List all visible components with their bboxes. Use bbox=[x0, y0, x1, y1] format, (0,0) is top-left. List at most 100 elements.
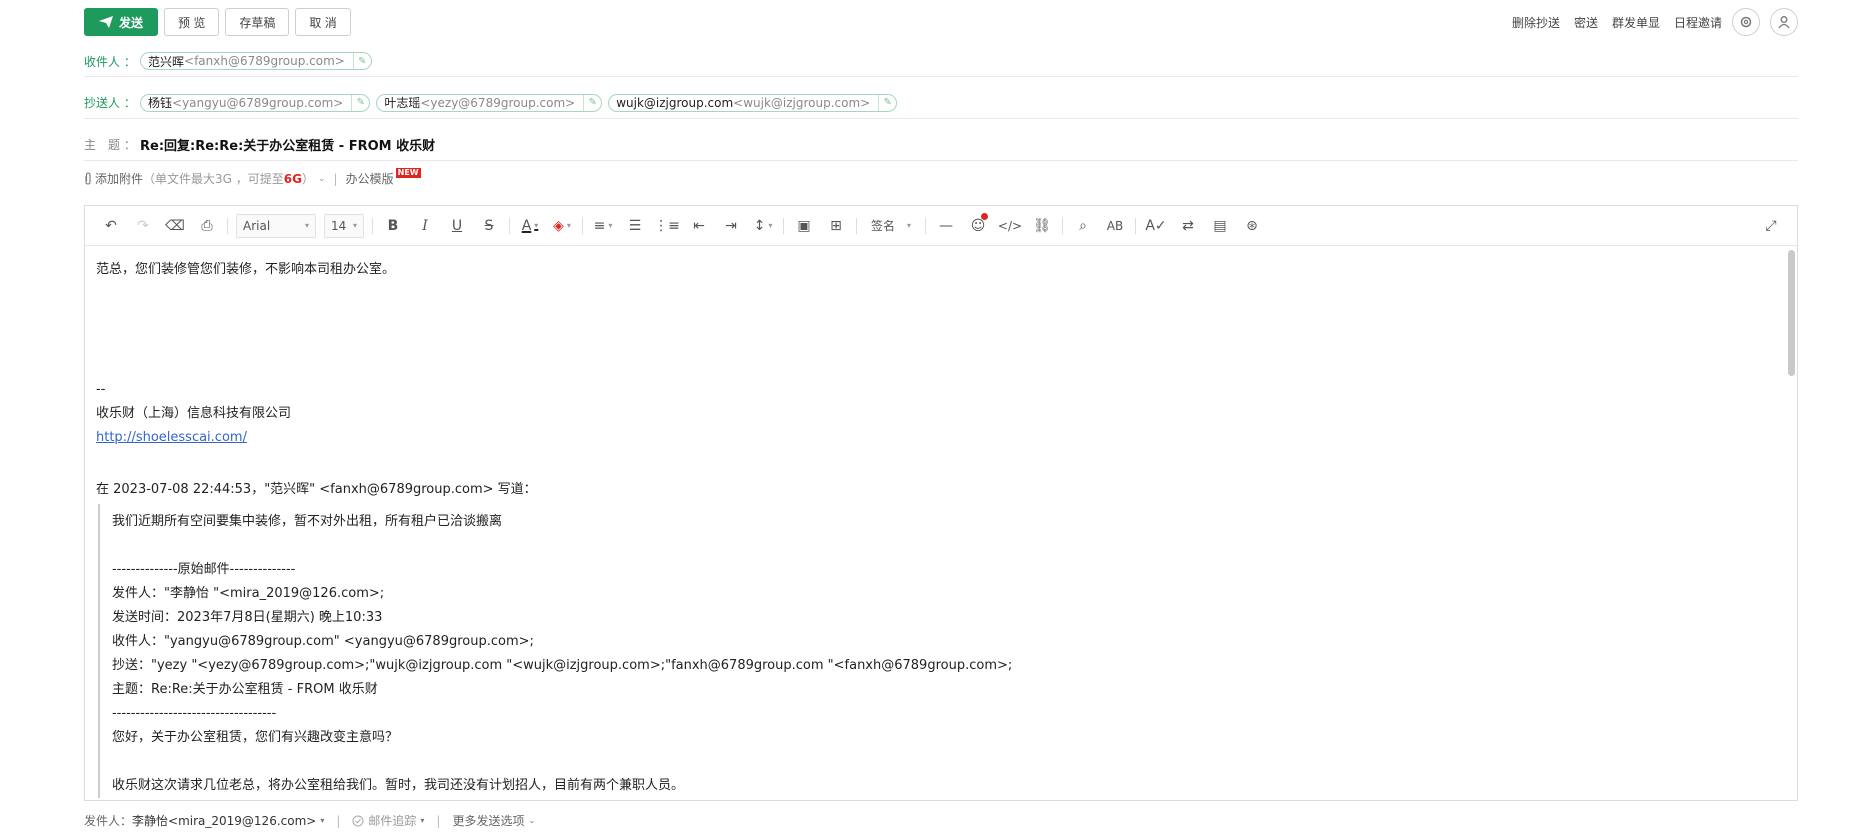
more-send-options[interactable]: 更多发送选项 bbox=[452, 812, 524, 829]
find-replace-icon[interactable]: ⌕ bbox=[1067, 213, 1099, 239]
horizontal-rule-icon[interactable]: — bbox=[930, 213, 962, 239]
cancel-button[interactable]: 取 消 bbox=[295, 8, 351, 36]
table-icon[interactable]: ⊞ bbox=[820, 213, 852, 239]
bold-icon[interactable]: B bbox=[377, 213, 409, 239]
editor-content[interactable]: 范总，您们装修管您们装修，不影响本司租办公室。 -- 收乐财（上海）信息科技有限… bbox=[85, 247, 1785, 800]
edit-icon[interactable]: ✎ bbox=[352, 53, 371, 69]
office-template-link[interactable]: 办公模版 bbox=[346, 170, 394, 187]
code-icon[interactable]: </> bbox=[994, 213, 1026, 239]
cc-chip[interactable]: 叶志瑶 <yezy@6789group.com> ✎ bbox=[376, 93, 603, 112]
edit-icon[interactable]: ✎ bbox=[878, 94, 896, 111]
reply-header: 在 2023-07-08 22:44:53，"范兴晖" <fanxh@6789g… bbox=[96, 482, 537, 497]
to-row: 收件人 ： 范兴晖 <fanxh@6789group.com> ✎ bbox=[84, 46, 1798, 77]
signature-select[interactable]: 签名 ▾ bbox=[865, 214, 917, 238]
edit-icon[interactable]: ✎ bbox=[351, 94, 369, 111]
settings-button[interactable] bbox=[1732, 8, 1760, 36]
divider bbox=[227, 217, 228, 234]
user-icon bbox=[1778, 16, 1790, 29]
font-family-select[interactable]: Arial ▾ bbox=[236, 213, 316, 238]
recipient-chip[interactable]: 范兴晖 <fanxh@6789group.com> ✎ bbox=[140, 52, 372, 70]
quote-line: ----------------------------------- bbox=[112, 706, 277, 721]
signature-link[interactable]: http://shoelesscai.com/ bbox=[96, 430, 247, 445]
attachment-hint-end: ） bbox=[301, 172, 314, 186]
toolbar-right: 删除抄送 密送 群发单显 日程邀请 bbox=[1498, 8, 1798, 36]
sender-select[interactable]: 李静怡<mira_2019@126.com> bbox=[132, 812, 316, 829]
add-attachment-link[interactable]: 添加附件 bbox=[95, 170, 143, 187]
cc-address: <wujk@izjgroup.com> bbox=[733, 95, 871, 110]
cc-address: <yangyu@6789group.com> bbox=[172, 95, 344, 110]
indent-icon[interactable]: ⇥ bbox=[715, 213, 747, 239]
spellcheck-icon[interactable]: A✓ bbox=[1140, 213, 1172, 239]
compose-footer: 发件人： 李静怡<mira_2019@126.com> ▾ | 邮件追踪 ▾ |… bbox=[84, 812, 535, 829]
chevron-down-icon[interactable]: ▾ bbox=[420, 816, 424, 825]
cc-chip[interactable]: wujk@izjgroup.com <wujk@izjgroup.com> ✎ bbox=[608, 93, 898, 112]
document-icon[interactable]: ▤ bbox=[1204, 213, 1236, 239]
image-icon[interactable]: ▣ bbox=[788, 213, 820, 239]
divider bbox=[509, 217, 510, 234]
subject-row: 主 题 ： Re:回复:Re:Re:关于办公室租赁 - FROM 收乐财 bbox=[84, 129, 1798, 161]
strikethrough-icon[interactable]: S bbox=[473, 213, 505, 239]
save-draft-button[interactable]: 存草稿 bbox=[225, 8, 290, 36]
subject-input[interactable]: Re:回复:Re:Re:关于办公室租赁 - FROM 收乐财 bbox=[140, 135, 435, 154]
text-case-icon[interactable]: AB bbox=[1099, 213, 1131, 239]
emoji-icon[interactable]: ☺ bbox=[962, 212, 994, 239]
send-label: 发送 bbox=[119, 15, 144, 30]
link-icon[interactable]: ⛓ bbox=[1026, 213, 1058, 239]
blank-space bbox=[96, 282, 1774, 378]
divider bbox=[783, 217, 784, 234]
numbered-list-icon[interactable]: ⋮≡ bbox=[651, 213, 683, 239]
to-label: 收件人 ： bbox=[84, 54, 136, 69]
eraser-icon[interactable]: ⌫ bbox=[159, 213, 191, 239]
quote-line: 抄送："yezy "<yezy@6789group.com>;"wujk@izj… bbox=[112, 658, 1013, 673]
line-height-icon[interactable]: ↕ ▾ bbox=[747, 213, 779, 239]
outdent-icon[interactable]: ⇤ bbox=[683, 213, 715, 239]
align-icon[interactable]: ≡ ▾ bbox=[587, 213, 619, 239]
sender-label: 发件人： bbox=[84, 814, 133, 828]
editor-scrollbar[interactable] bbox=[1788, 250, 1795, 376]
stationery-icon[interactable]: ⊛ bbox=[1236, 213, 1268, 239]
chevron-down-icon[interactable]: ▾ bbox=[320, 816, 324, 825]
cc-label: 抄送人 ： bbox=[84, 96, 136, 110]
notification-dot bbox=[981, 212, 988, 220]
bcc-link[interactable]: 密送 bbox=[1574, 14, 1598, 31]
highlight-color-icon[interactable]: ◈ ▾ bbox=[546, 213, 578, 239]
contacts-button[interactable] bbox=[1770, 8, 1798, 36]
bullet-list-icon[interactable]: ☰ bbox=[619, 213, 651, 239]
cc-name: 叶志瑶 bbox=[384, 96, 421, 110]
divider: | bbox=[336, 813, 341, 828]
send-button[interactable]: 发送 bbox=[84, 8, 159, 36]
mail-tracking-toggle[interactable]: 邮件追踪 bbox=[368, 812, 416, 829]
preview-button[interactable]: 预 览 bbox=[164, 8, 220, 36]
fullscreen-icon[interactable]: ⤢ bbox=[1755, 213, 1787, 239]
quote-line: 主题：Re:Re:关于办公室租赁 - FROM 收乐财 bbox=[112, 682, 378, 697]
format-painter-icon[interactable]: ⎙ bbox=[191, 213, 223, 239]
attachment-hint: （单文件最大3G ，可提至 bbox=[143, 172, 284, 186]
body-line: 范总，您们装修管您们装修，不影响本司租办公室。 bbox=[96, 262, 396, 277]
font-size-select[interactable]: 14 ▾ bbox=[324, 213, 364, 238]
font-size-value: 14 bbox=[331, 218, 347, 233]
cc-name: wujk@izjgroup.com bbox=[616, 95, 734, 110]
chevron-down-icon[interactable]: ⌄ bbox=[318, 174, 326, 184]
remove-cc-link[interactable]: 删除抄送 bbox=[1512, 14, 1560, 31]
redo-icon[interactable]: ↷ bbox=[127, 213, 159, 239]
quoted-message: 我们近期所有空间要集中装修，暂不对外出租，所有租户已洽谈搬离 ---------… bbox=[98, 504, 1774, 798]
quote-line: 我们近期所有空间要集中装修，暂不对外出租，所有租户已洽谈搬离 bbox=[112, 514, 503, 529]
cc-name: 杨钰 bbox=[148, 96, 173, 110]
cc-chip[interactable]: 杨钰 <yangyu@6789group.com> ✎ bbox=[140, 93, 371, 112]
underline-icon[interactable]: U bbox=[441, 213, 473, 239]
group-send-link[interactable]: 群发单显 bbox=[1612, 14, 1660, 31]
undo-icon[interactable]: ↶ bbox=[95, 213, 127, 239]
double-chevron-down-icon[interactable]: ⌄ bbox=[528, 816, 535, 825]
mail-compose-page: 发送 预 览 存草稿 取 消 删除抄送 密送 群发单显 日程邀请 收件人 ： 范… bbox=[0, 0, 1858, 839]
paperclip-icon bbox=[85, 172, 91, 185]
send-icon bbox=[99, 16, 113, 28]
schedule-link[interactable]: 日程邀请 bbox=[1674, 14, 1722, 31]
translate-icon[interactable]: ⇄ bbox=[1172, 213, 1204, 239]
divider bbox=[1135, 217, 1136, 234]
edit-icon[interactable]: ✎ bbox=[583, 94, 601, 111]
font-color-icon[interactable]: A ▾ bbox=[514, 213, 546, 239]
divider bbox=[1062, 217, 1063, 234]
italic-icon[interactable]: I bbox=[409, 213, 441, 239]
divider bbox=[925, 217, 926, 234]
attachment-limit: 6G bbox=[283, 171, 302, 186]
